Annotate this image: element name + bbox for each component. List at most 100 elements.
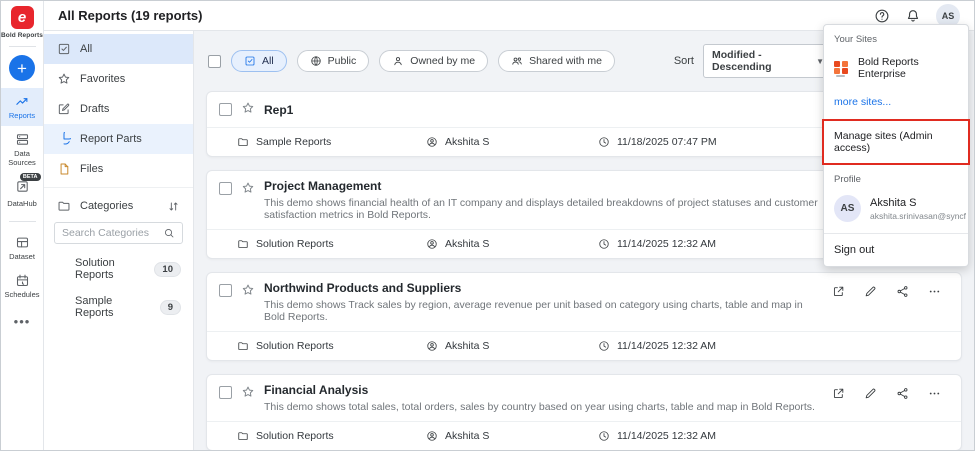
nav-label: Reports xyxy=(8,111,36,120)
category-name: Solution Reports xyxy=(75,257,115,281)
favorite-star-icon[interactable] xyxy=(241,101,255,118)
star-icon xyxy=(57,72,71,86)
people-icon xyxy=(511,55,523,67)
brand-name: Bold Reports xyxy=(1,32,44,39)
notifications-bell-icon[interactable] xyxy=(905,8,921,24)
nav-item-schedules[interactable]: Schedules xyxy=(1,267,43,305)
report-category: Solution Reports xyxy=(256,430,334,442)
divider xyxy=(44,187,193,188)
report-title[interactable]: Rep1 xyxy=(264,103,293,117)
nav-item-datahub[interactable]: BETA DataHub xyxy=(1,172,43,214)
profile-item[interactable]: AS Akshita S akshita.srinivasan@syncf... xyxy=(824,188,968,233)
sidebar-item-label: All xyxy=(80,43,93,55)
favorite-star-icon[interactable] xyxy=(241,283,255,300)
report-actions xyxy=(832,281,949,298)
divider xyxy=(8,46,36,47)
filter-pill-all[interactable]: All xyxy=(231,50,287,72)
divider xyxy=(8,221,36,222)
clock-icon xyxy=(598,136,610,148)
report-modified: 11/14/2025 12:32 AM xyxy=(617,430,717,442)
nav-more-button[interactable]: ••• xyxy=(14,306,31,337)
author-icon xyxy=(426,136,438,148)
beta-badge: BETA xyxy=(19,172,41,181)
sort-arrows-icon[interactable] xyxy=(167,200,180,213)
folder-icon xyxy=(237,136,249,148)
search-icon[interactable] xyxy=(163,227,175,239)
share-icon[interactable] xyxy=(896,387,909,400)
person-icon xyxy=(392,55,404,67)
create-new-button[interactable]: + xyxy=(9,55,35,81)
report-author: Akshita S xyxy=(445,340,490,352)
category-search xyxy=(54,222,183,244)
report-checkbox[interactable] xyxy=(219,284,232,297)
report-card-financial-analysis: Financial Analysis This demo shows total… xyxy=(206,374,962,450)
your-sites-label: Your Sites xyxy=(834,34,877,45)
report-checkbox[interactable] xyxy=(219,182,232,195)
category-count-badge: 9 xyxy=(159,299,181,315)
file-icon xyxy=(57,162,71,176)
sidebar-item-report-parts[interactable]: Report Parts xyxy=(44,124,193,154)
sign-out-menu-item[interactable]: Sign out xyxy=(824,234,968,266)
categories-header: Categories xyxy=(44,191,193,221)
report-author: Akshita S xyxy=(445,430,490,442)
manage-sites-label: Manage sites (Admin access) xyxy=(834,130,933,154)
nav-item-reports[interactable]: Reports xyxy=(1,88,43,127)
nav-item-data-sources[interactable]: Data Sources xyxy=(1,126,43,173)
open-in-new-icon[interactable] xyxy=(832,387,845,400)
nav-label: Schedules xyxy=(4,290,40,300)
nav-item-dataset[interactable]: Dataset xyxy=(1,229,43,267)
sort-value: Modified - Descending xyxy=(712,49,772,73)
sidebar-item-all[interactable]: All xyxy=(44,34,193,64)
open-in-new-icon[interactable] xyxy=(832,285,845,298)
filter-pill-public[interactable]: Public xyxy=(296,50,370,72)
category-name: Sample Reports xyxy=(75,295,114,319)
site-item-bold-reports-enterprise[interactable]: Bold Reports Enterprise xyxy=(824,48,968,88)
category-count-badge: 10 xyxy=(154,261,181,277)
select-all-checkbox[interactable] xyxy=(208,54,221,68)
help-icon[interactable] xyxy=(874,8,890,24)
report-title[interactable]: Financial Analysis xyxy=(264,383,815,397)
edit-square-icon xyxy=(57,102,71,116)
sidebar-item-drafts[interactable]: Drafts xyxy=(44,94,193,124)
edit-pencil-icon[interactable] xyxy=(864,285,877,298)
manage-sites-menu-item[interactable]: Manage sites (Admin access) xyxy=(822,119,970,165)
pie-chart-icon xyxy=(57,132,71,146)
report-author: Akshita S xyxy=(445,238,490,250)
sidebar-item-label: Drafts xyxy=(80,103,110,115)
sort-dropdown[interactable]: Modified - Descending ▼ xyxy=(703,44,833,78)
edit-pencil-icon[interactable] xyxy=(864,387,877,400)
server-icon xyxy=(15,132,30,147)
report-checkbox[interactable] xyxy=(219,386,232,399)
report-card-northwind: Northwind Products and Suppliers This de… xyxy=(206,272,962,361)
report-checkbox[interactable] xyxy=(219,103,232,116)
category-item-sample-reports[interactable]: Sample Reports 9 xyxy=(44,288,193,326)
more-options-icon[interactable] xyxy=(928,285,941,298)
filter-label: Public xyxy=(327,55,357,67)
author-icon xyxy=(426,430,438,442)
sort-label: Sort xyxy=(673,55,694,67)
reports-sidebar: All Favorites Drafts Report Parts Files … xyxy=(44,31,194,450)
report-category: Solution Reports xyxy=(256,340,334,352)
datahub-icon xyxy=(15,179,30,194)
more-sites-link[interactable]: more sites... xyxy=(824,88,968,119)
filter-pill-shared-with-me[interactable]: Shared with me xyxy=(498,50,616,72)
favorite-star-icon[interactable] xyxy=(241,181,255,198)
site-name: Bold Reports Enterprise xyxy=(858,56,919,80)
bold-reports-logo-icon[interactable]: e xyxy=(10,6,34,29)
filter-label: Shared with me xyxy=(529,55,603,67)
sidebar-item-favorites[interactable]: Favorites xyxy=(44,64,193,94)
filter-pill-owned-by-me[interactable]: Owned by me xyxy=(379,50,489,72)
category-item-solution-reports[interactable]: Solution Reports 10 xyxy=(44,250,193,288)
report-title[interactable]: Project Management xyxy=(264,179,823,193)
category-search-input[interactable] xyxy=(62,227,158,239)
report-modified: 11/18/2025 07:47 PM xyxy=(617,136,717,148)
clock-icon xyxy=(598,238,610,250)
sidebar-item-files[interactable]: Files xyxy=(44,154,193,184)
more-options-icon[interactable] xyxy=(928,387,941,400)
trending-up-icon xyxy=(15,94,30,109)
clock-icon xyxy=(598,340,610,352)
report-description: This demo shows financial health of an I… xyxy=(264,197,818,221)
report-title[interactable]: Northwind Products and Suppliers xyxy=(264,281,823,295)
favorite-star-icon[interactable] xyxy=(241,385,255,402)
share-icon[interactable] xyxy=(896,285,909,298)
